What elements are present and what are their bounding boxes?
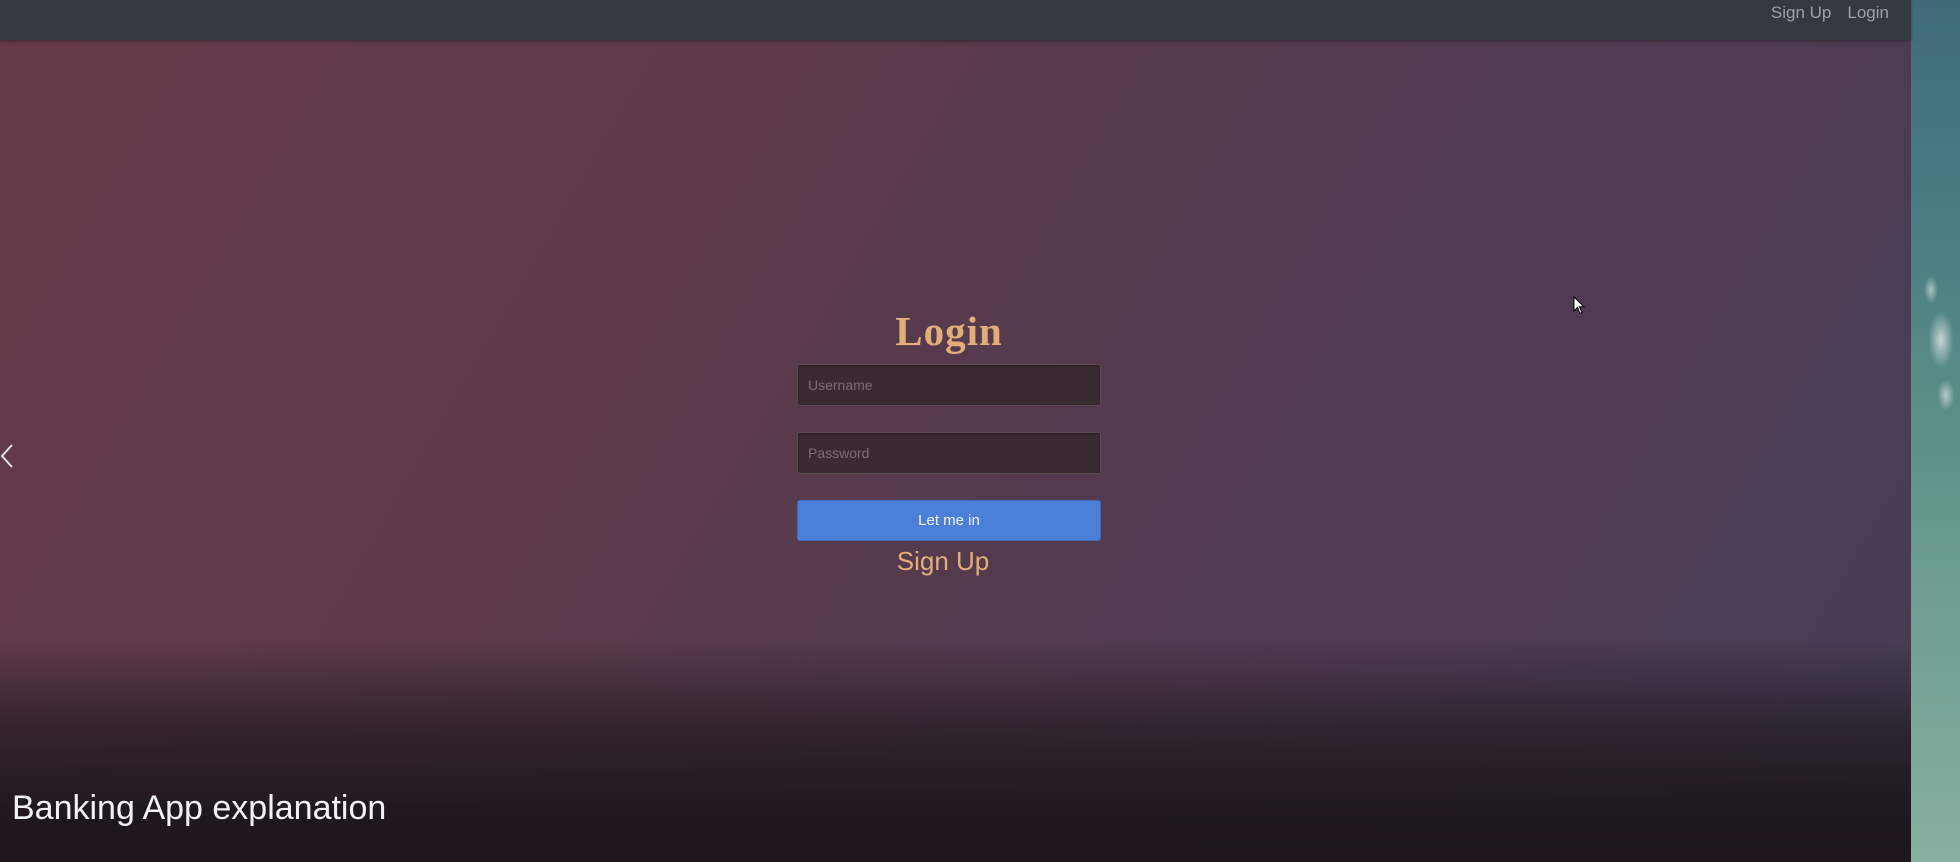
let-me-in-button[interactable]: Let me in: [797, 500, 1101, 541]
prev-slide-button[interactable]: [0, 442, 16, 470]
password-input[interactable]: [797, 432, 1101, 474]
chevron-left-icon: [0, 444, 13, 468]
mouse-cursor-icon: [1573, 296, 1585, 315]
next-slide-preview[interactable]: [1911, 0, 1960, 862]
top-nav-links: Sign Up Login: [1771, 3, 1889, 23]
login-form: Login Let me in Sign Up: [797, 300, 1101, 577]
username-input[interactable]: [797, 364, 1101, 406]
nav-login-link[interactable]: Login: [1847, 3, 1889, 23]
slide-caption: Banking App explanation: [12, 789, 387, 827]
page: Sign Up Login Login Let me in Sign Up Ba…: [0, 0, 1960, 862]
login-title: Login: [895, 308, 1003, 354]
signup-link[interactable]: Sign Up: [785, 545, 1101, 577]
top-navbar: Sign Up Login: [0, 0, 1911, 40]
nav-signup-link[interactable]: Sign Up: [1771, 3, 1831, 23]
